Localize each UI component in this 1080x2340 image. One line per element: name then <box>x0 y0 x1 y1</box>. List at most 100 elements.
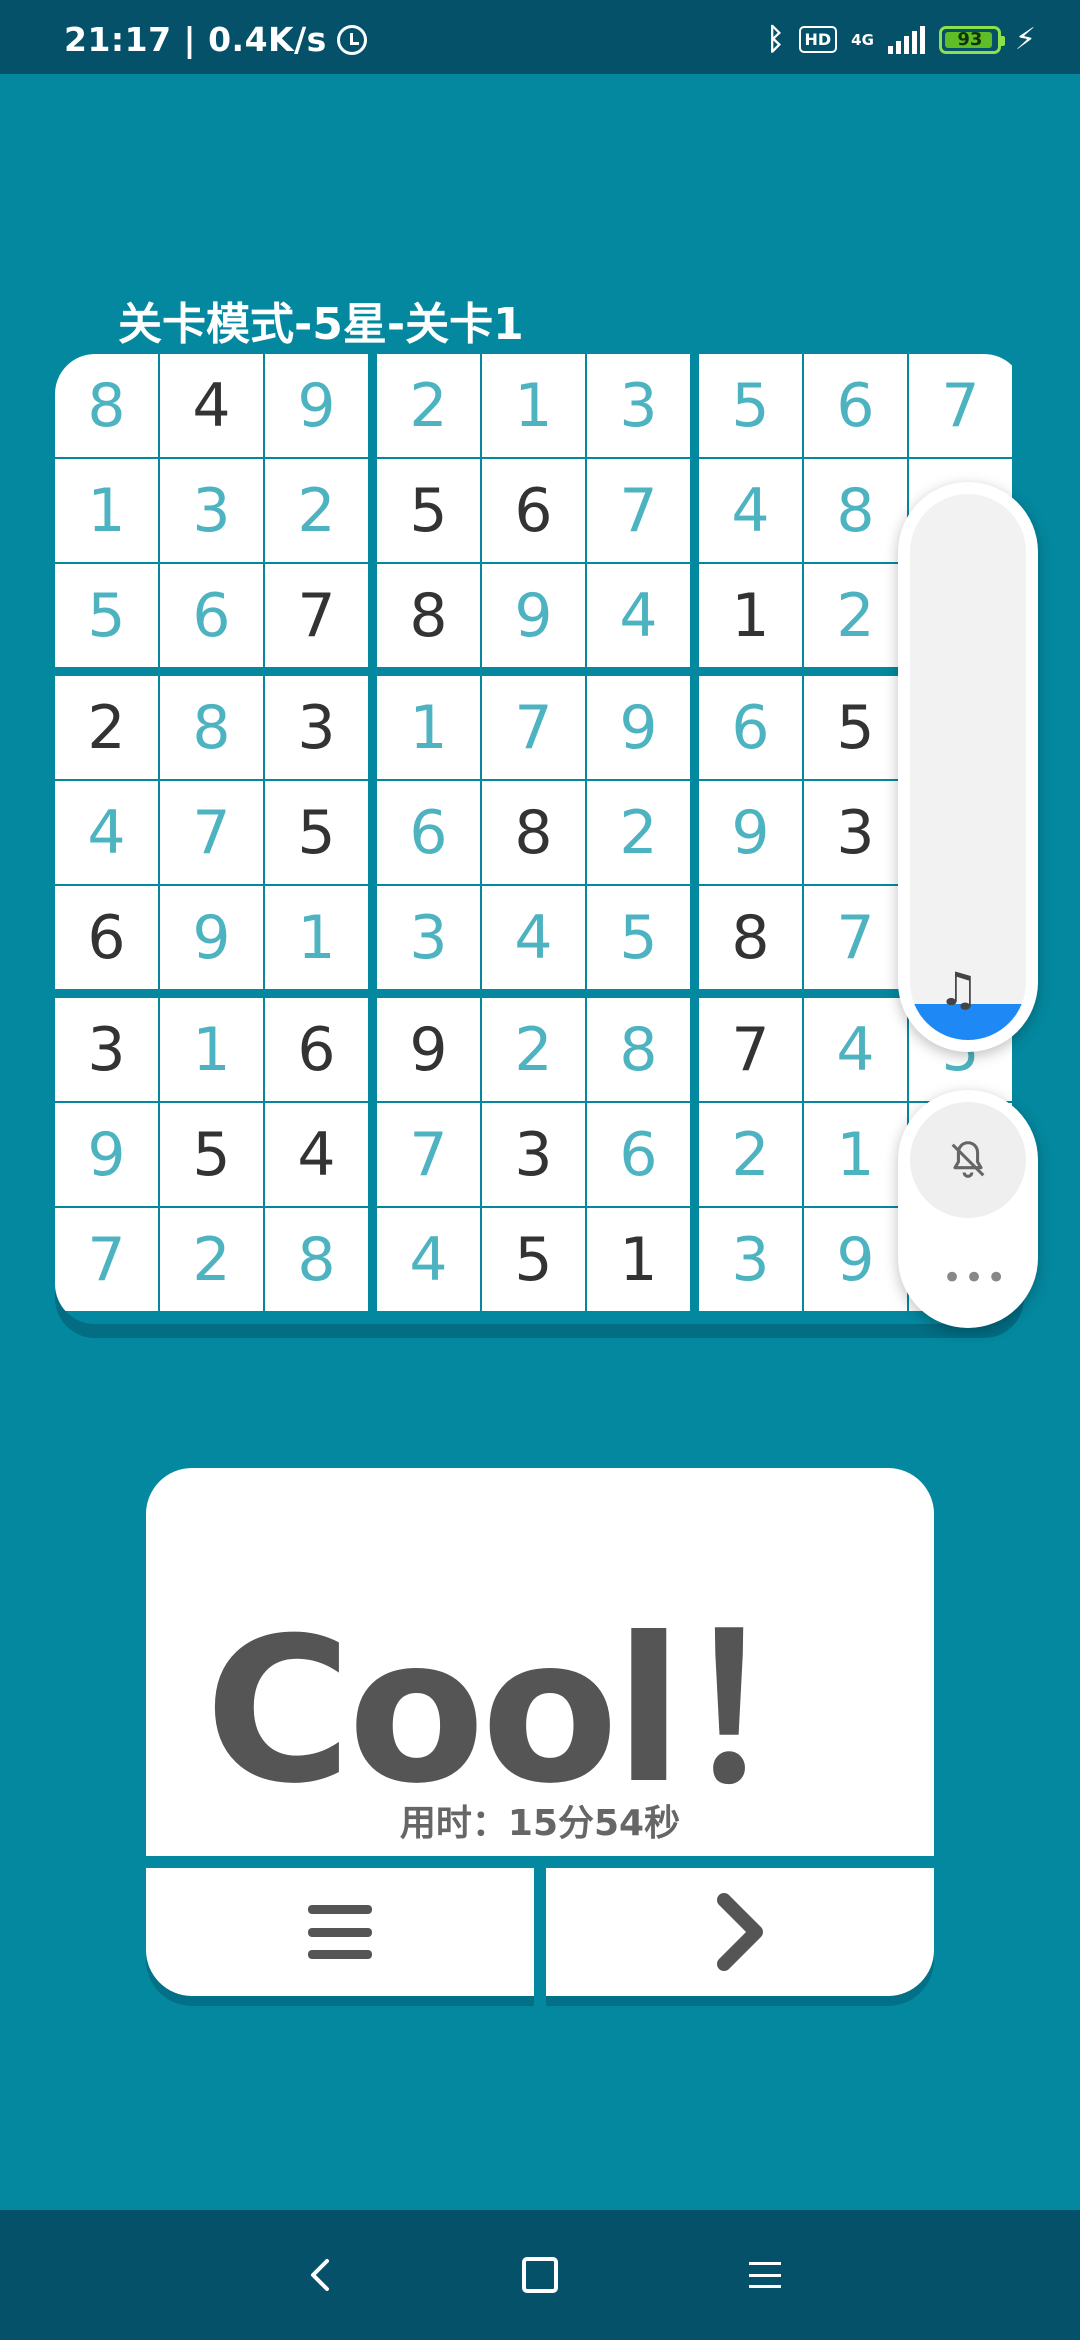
result-card: Cool！ 用时：15分54秒 <box>146 1468 934 1856</box>
sudoku-cell-r3c7[interactable]: 1 <box>699 564 802 667</box>
battery-icon: 93 <box>938 25 1005 54</box>
network-type: 4G <box>851 30 874 49</box>
sudoku-cell-r9c5[interactable]: 5 <box>482 1208 585 1311</box>
sudoku-cell-r2c5[interactable]: 6 <box>482 459 585 562</box>
signal-icon <box>887 25 925 54</box>
sudoku-cell-r1c7[interactable]: 5 <box>699 354 802 457</box>
sudoku-cell-r8c4[interactable]: 7 <box>377 1103 480 1206</box>
sudoku-cell-r6c1[interactable]: 6 <box>55 886 158 989</box>
volume-slider[interactable] <box>910 494 1026 1040</box>
sudoku-cell-r8c6[interactable]: 6 <box>587 1103 690 1206</box>
sudoku-cell-r4c2[interactable]: 8 <box>160 676 263 779</box>
chevron-right-icon <box>717 1893 763 1971</box>
sudoku-cell-r9c2[interactable]: 2 <box>160 1208 263 1311</box>
hamburger-menu-icon <box>308 1905 372 1959</box>
sudoku-board: 8492135671325674895678941232831796544756… <box>55 354 1024 1324</box>
sudoku-cell-r6c2[interactable]: 9 <box>160 886 263 989</box>
sudoku-cell-r6c4[interactable]: 3 <box>377 886 480 989</box>
home-button[interactable] <box>505 2240 575 2310</box>
recents-button[interactable] <box>730 2240 800 2310</box>
sudoku-cell-r1c4[interactable]: 2 <box>377 354 480 457</box>
sudoku-cell-r3c5[interactable]: 9 <box>482 564 585 667</box>
sudoku-cell-r1c3[interactable]: 9 <box>265 354 368 457</box>
sudoku-cell-r2c3[interactable]: 2 <box>265 459 368 562</box>
sudoku-cell-r1c6[interactable]: 3 <box>587 354 690 457</box>
sudoku-cell-r8c1[interactable]: 9 <box>55 1103 158 1206</box>
sudoku-cell-r1c9[interactable]: 7 <box>909 354 1012 457</box>
sudoku-cell-r4c4[interactable]: 1 <box>377 676 480 779</box>
bell-off-icon <box>951 1141 985 1178</box>
sudoku-cell-r8c2[interactable]: 5 <box>160 1103 263 1206</box>
sudoku-cell-r1c8[interactable]: 6 <box>804 354 907 457</box>
sudoku-cell-r4c6[interactable]: 9 <box>587 676 690 779</box>
recents-lines-icon <box>749 2262 781 2288</box>
home-square-icon <box>522 2257 558 2293</box>
sudoku-cell-r6c6[interactable]: 5 <box>587 886 690 989</box>
sudoku-cell-r7c2[interactable]: 1 <box>160 998 263 1101</box>
sudoku-cell-r5c8[interactable]: 3 <box>804 781 907 884</box>
music-note-icon[interactable]: ♫ <box>938 962 979 1016</box>
sudoku-cell-r3c1[interactable]: 5 <box>55 564 158 667</box>
sudoku-cell-r4c3[interactable]: 3 <box>265 676 368 779</box>
sudoku-cell-r8c8[interactable]: 1 <box>804 1103 907 1206</box>
sudoku-cell-r3c6[interactable]: 4 <box>587 564 690 667</box>
sudoku-cell-r6c7[interactable]: 8 <box>699 886 802 989</box>
sudoku-cell-r6c5[interactable]: 4 <box>482 886 585 989</box>
floating-sound-controls: ••• <box>898 1090 1038 1328</box>
sudoku-cell-r9c8[interactable]: 9 <box>804 1208 907 1311</box>
menu-button[interactable] <box>146 1868 534 1996</box>
sudoku-cell-r7c3[interactable]: 6 <box>265 998 368 1101</box>
sudoku-cell-r2c7[interactable]: 4 <box>699 459 802 562</box>
mute-button[interactable] <box>910 1102 1026 1218</box>
sudoku-cell-r6c3[interactable]: 1 <box>265 886 368 989</box>
status-time-speed: 21:17 | 0.4K/s <box>64 20 327 59</box>
sudoku-cell-r3c2[interactable]: 6 <box>160 564 263 667</box>
sudoku-cell-r2c6[interactable]: 7 <box>587 459 690 562</box>
next-level-button[interactable] <box>546 1868 934 1996</box>
sudoku-cell-r1c1[interactable]: 8 <box>55 354 158 457</box>
sudoku-cell-r4c7[interactable]: 6 <box>699 676 802 779</box>
sudoku-cell-r2c4[interactable]: 5 <box>377 459 480 562</box>
sudoku-cell-r7c4[interactable]: 9 <box>377 998 480 1101</box>
sudoku-cell-r5c1[interactable]: 4 <box>55 781 158 884</box>
back-button[interactable] <box>285 2240 355 2310</box>
sudoku-cell-r5c3[interactable]: 5 <box>265 781 368 884</box>
sudoku-cell-r1c5[interactable]: 1 <box>482 354 585 457</box>
sudoku-cell-r7c5[interactable]: 2 <box>482 998 585 1101</box>
sudoku-cell-r8c5[interactable]: 3 <box>482 1103 585 1206</box>
sudoku-cell-r5c4[interactable]: 6 <box>377 781 480 884</box>
sudoku-cell-r6c8[interactable]: 7 <box>804 886 907 989</box>
sudoku-cell-r3c8[interactable]: 2 <box>804 564 907 667</box>
sudoku-cell-r8c3[interactable]: 4 <box>265 1103 368 1206</box>
sudoku-cell-r7c8[interactable]: 4 <box>804 998 907 1101</box>
sudoku-cell-r5c7[interactable]: 9 <box>699 781 802 884</box>
alarm-icon <box>336 24 367 55</box>
floating-volume-panel[interactable]: ♫ <box>898 482 1038 1052</box>
sudoku-cell-r4c8[interactable]: 5 <box>804 676 907 779</box>
sudoku-cell-r2c8[interactable]: 8 <box>804 459 907 562</box>
sudoku-cell-r5c6[interactable]: 2 <box>587 781 690 884</box>
sudoku-cell-r1c2[interactable]: 4 <box>160 354 263 457</box>
sudoku-cell-r8c7[interactable]: 2 <box>699 1103 802 1206</box>
sudoku-cell-r9c4[interactable]: 4 <box>377 1208 480 1311</box>
sudoku-cell-r9c3[interactable]: 8 <box>265 1208 368 1311</box>
sudoku-cell-r7c7[interactable]: 7 <box>699 998 802 1101</box>
navigation-bar <box>0 2210 1080 2340</box>
sudoku-cell-r3c3[interactable]: 7 <box>265 564 368 667</box>
more-dots-icon[interactable]: ••• <box>942 1258 1008 1298</box>
charging-icon: ⚡ <box>1014 22 1036 57</box>
sudoku-cell-r7c6[interactable]: 8 <box>587 998 690 1101</box>
sudoku-cell-r3c4[interactable]: 8 <box>377 564 480 667</box>
sudoku-cell-r4c5[interactable]: 7 <box>482 676 585 779</box>
sudoku-cell-r2c1[interactable]: 1 <box>55 459 158 562</box>
sudoku-cell-r9c7[interactable]: 3 <box>699 1208 802 1311</box>
status-right: ᛒ HD 4G 93 ⚡ <box>767 22 1037 57</box>
sudoku-cell-r5c5[interactable]: 8 <box>482 781 585 884</box>
sudoku-cell-r4c1[interactable]: 2 <box>55 676 158 779</box>
sudoku-cell-r9c6[interactable]: 1 <box>587 1208 690 1311</box>
sudoku-cell-r2c2[interactable]: 3 <box>160 459 263 562</box>
sudoku-cell-r5c2[interactable]: 7 <box>160 781 263 884</box>
sudoku-cell-r7c1[interactable]: 3 <box>55 998 158 1101</box>
sudoku-cell-r9c1[interactable]: 7 <box>55 1208 158 1311</box>
status-bar: 21:17 | 0.4K/s ᛒ HD 4G 93 ⚡ <box>0 0 1080 74</box>
